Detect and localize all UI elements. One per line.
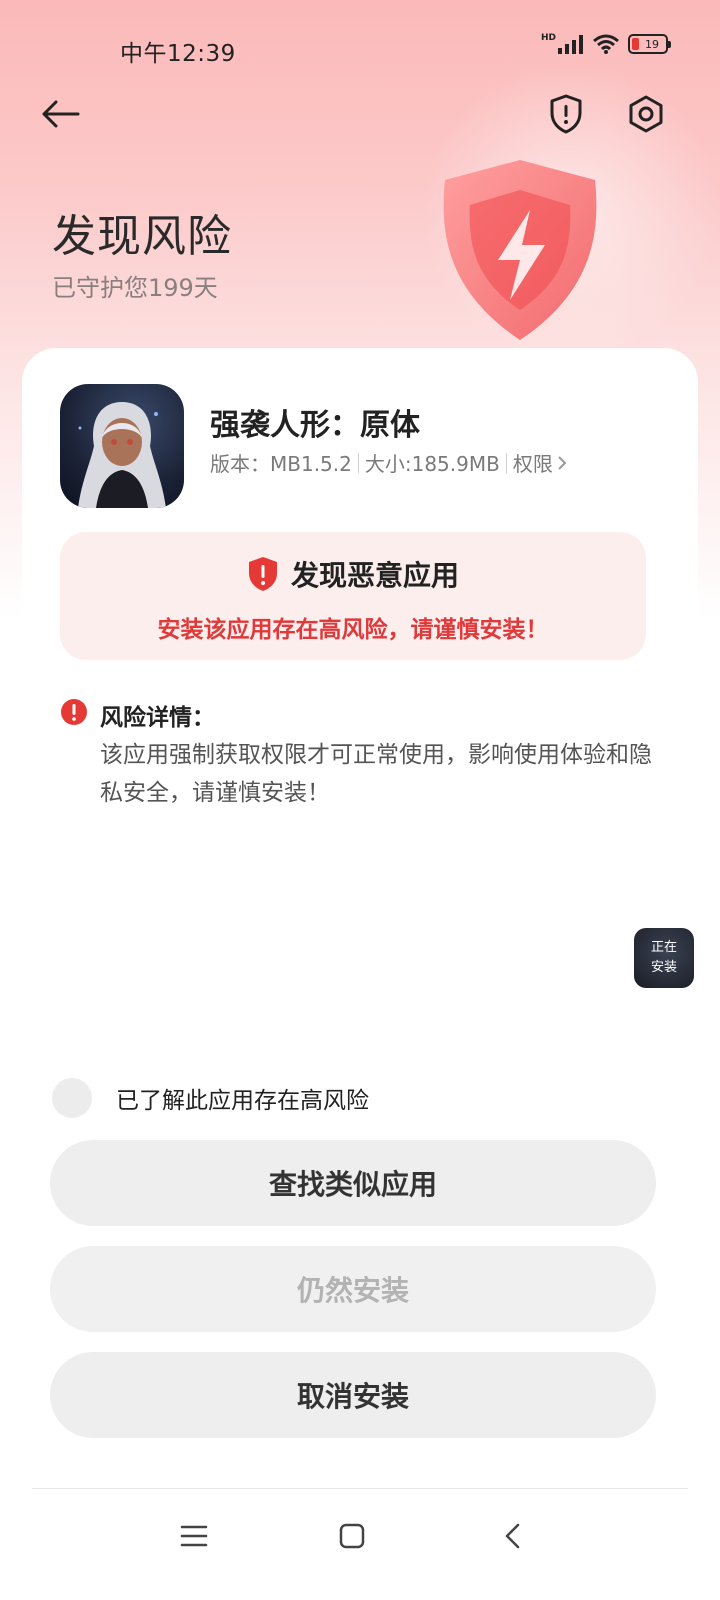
hero-shield-icon	[443, 160, 597, 340]
shield-alert-icon	[550, 94, 582, 134]
protection-days: 已守护您199天	[52, 274, 218, 302]
cancel-install-button[interactable]: 取消安装	[50, 1352, 656, 1438]
alert-title: 发现恶意应用	[290, 559, 459, 592]
app-name: 强袭人形：原体	[210, 408, 420, 443]
status-icons: HD 19	[540, 33, 671, 54]
security-report-button[interactable]	[542, 90, 590, 138]
recent-apps-button[interactable]	[170, 1512, 218, 1560]
app-version: 版本：MB1.5.2	[210, 452, 352, 476]
home-icon	[339, 1523, 365, 1549]
installing-line2: 安装	[650, 960, 677, 975]
malware-alert-box: 发现恶意应用 安装该应用存在高风险，请谨慎安装！	[60, 532, 646, 660]
info-icon	[61, 699, 87, 725]
acknowledge-row[interactable]: 已了解此应用存在高风险	[52, 1078, 369, 1118]
wifi-icon	[593, 34, 619, 54]
app-size: 大小:185.9MB	[364, 452, 500, 476]
home-button[interactable]	[328, 1512, 376, 1560]
app-meta: 版本：MB1.5.2 大小:185.9MB 权限	[210, 448, 567, 477]
chevron-right-icon	[558, 455, 567, 470]
back-arrow-icon	[42, 100, 80, 128]
installing-floating-widget[interactable]: 正在 安装	[634, 928, 694, 988]
acknowledge-label: 已了解此应用存在高风险	[116, 1088, 369, 1114]
settings-button[interactable]	[622, 90, 670, 138]
alert-description: 安装该应用存在高风险，请谨慎安装！	[157, 617, 549, 643]
nav-back-icon	[505, 1523, 520, 1549]
acknowledge-checkbox[interactable]	[52, 1078, 92, 1118]
settings-icon	[629, 95, 663, 133]
battery-level: 19	[645, 37, 659, 51]
status-time: 中午12:39	[120, 41, 236, 67]
find-similar-button[interactable]: 查找类似应用	[50, 1140, 656, 1226]
menu-icon	[180, 1525, 208, 1547]
page-title: 发现风险	[52, 211, 232, 262]
alert-header: 发现恶意应用	[60, 554, 646, 594]
app-character-art	[78, 402, 166, 508]
installing-line1: 正在	[650, 940, 677, 955]
back-button[interactable]	[36, 90, 84, 138]
app-icon	[60, 384, 184, 508]
install-anyway-button[interactable]: 仍然安装	[50, 1246, 656, 1332]
risk-details-title: 风险详情：	[100, 705, 215, 731]
hd-badge: HD	[540, 33, 556, 43]
meta-divider	[357, 452, 359, 473]
danger-shield-icon	[248, 557, 277, 591]
permissions-label: 权限	[512, 452, 553, 476]
risk-details-body: 该应用强制获取权限才可正常使用，影响使用体验和隐私安全，请谨慎安装！	[100, 742, 652, 806]
status-bar: 中午12:39 HD 19	[0, 0, 720, 96]
meta-divider	[505, 452, 507, 473]
nav-divider	[32, 1488, 688, 1489]
battery-icon: 19	[628, 34, 671, 54]
system-back-button[interactable]	[488, 1512, 536, 1560]
system-nav-bar	[0, 1500, 720, 1600]
signal-icon	[558, 35, 583, 54]
permissions-link[interactable]: 权限	[513, 448, 567, 477]
